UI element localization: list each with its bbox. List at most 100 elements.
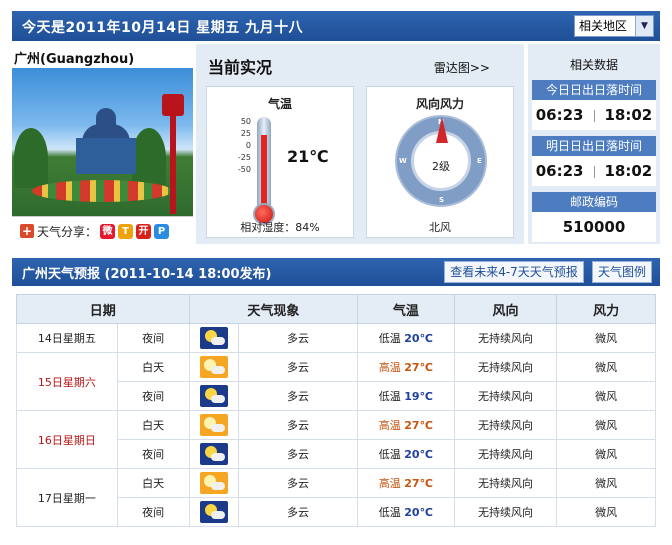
weibo-icon[interactable]: 微 [100,223,116,239]
flower-bed [32,180,172,202]
divider [593,109,595,122]
weather-cell: 多云 [237,439,359,469]
weather-icon-cell [188,323,239,353]
compass: N S E W 2级 [395,115,487,207]
wind-direction-cell: 无持续风向 [453,497,558,527]
lamp [162,94,184,116]
temp-cell: 低温 20℃ [357,439,455,469]
compass-south: S [439,196,445,204]
table-row: 17日星期一 白天 多云 高温 27℃ 无持续风向 微风 [16,468,656,527]
temp-value: 19℃ [404,390,433,403]
region-select[interactable]: 相关地区 ▼ [574,15,654,37]
period-cell: 夜间 [116,497,190,527]
period-cell: 白天 [116,468,190,498]
temp-cell: 低温 19℃ [357,381,455,411]
forecast-header: 广州天气预报 (2011-10-14 18:00发布) 查看未来4-7天天气预报… [12,258,660,286]
day-cell: 17日星期一 [16,468,118,527]
wind-direction: 北风 [429,221,451,234]
sun-cloud-icon [199,472,228,494]
wind-direction-cell: 无持续风向 [453,468,558,498]
tencent-icon[interactable]: T [118,223,134,239]
tree-shape [14,128,48,188]
temp-value: 20℃ [404,332,433,345]
thermometer-fill [261,134,267,209]
weather-cell: 多云 [237,323,359,353]
temp-label: 低温 [378,448,401,461]
today-sun-times: 06:23 18:02 [532,100,656,130]
city-photo [12,68,193,217]
temp-cell: 高温 27℃ [357,352,455,382]
postcode-head: 邮政编码 [532,192,656,212]
scale-tick-label: -50 [237,165,251,174]
weather-icon-cell [188,410,239,440]
divider [593,165,595,178]
region-select-label: 相关地区 [579,19,628,33]
wind-card: 风向风力 N S E W 2级 北风 [366,86,514,238]
tomorrow-sun-head: 明日日出日落时间 [532,136,656,156]
realtime-panel: 当前实况 雷达图>> 气温 50 25 0 -25 -50 21℃ 相对湿度：8… [196,44,524,244]
temp-value: 27℃ [404,419,433,432]
wind-force-cell: 微风 [556,352,656,382]
plus-icon[interactable]: + [20,224,34,238]
temp-cell: 高温 27℃ [357,468,455,498]
wind-direction-cell: 无持续风向 [453,410,558,440]
temperature-card: 气温 50 25 0 -25 -50 21℃ 相对湿度：84% [206,86,354,238]
table-row: 16日星期日 白天 多云 高温 27℃ 无持续风向 微风 [16,410,656,469]
kaixin-icon[interactable]: 开 [136,223,152,239]
weather-cell: 多云 [237,468,359,498]
temp-cell: 低温 20℃ [357,497,455,527]
compass-needle-icon [436,117,448,143]
chevron-down-icon[interactable]: ▼ [635,16,653,36]
weather-cell: 多云 [237,410,359,440]
share-label: 天气分享： [37,224,98,239]
pengyou-icon[interactable]: P [154,223,170,239]
column-header: 日期 [16,294,190,324]
postcode-value: 510000 [532,212,656,242]
column-header: 风力 [556,294,656,324]
city-panel: 广州(Guangzhou) + 天气分享： 微 T 开 P [12,44,193,244]
scale-tick-label: 25 [240,129,251,138]
temp-label: 高温 [378,361,401,374]
humidity: 相对湿度：84% [240,221,320,234]
temperature-card-title: 气温 [267,97,292,111]
temp-cell: 低温 20℃ [357,323,455,353]
lamp-pillar [170,104,176,214]
table-row: 14日星期五 夜间 多云 低温 20℃ 无持续风向 微风 [16,323,656,353]
temp-label: 高温 [378,419,401,432]
column-header: 天气现象 [188,294,359,324]
current-date: 今天是2011年10月14日 星期五 九月十八 [22,20,304,36]
period-cell: 白天 [116,352,190,382]
period-cell: 夜间 [116,323,190,353]
temp-value: 20℃ [404,506,433,519]
forecast-body: 14日星期五 夜间 多云 低温 20℃ 无持续风向 微风 15日星期六 白天 多云 高温 27℃ 无… [16,323,656,527]
weather-legend-button[interactable]: 天气图例 [592,261,652,283]
weather-cell: 多云 [237,381,359,411]
temp-value: 20℃ [404,448,433,461]
sun-cloud-icon [199,356,228,378]
weather-icon-cell [188,497,239,527]
wind-force-cell: 微风 [556,323,656,353]
sun-cloud-icon [199,414,228,436]
wind-force-cell: 微风 [556,497,656,527]
wind-direction-cell: 无持续风向 [453,439,558,469]
moon-cloud-icon [199,385,228,407]
weather-icon-cell [188,468,239,498]
realtime-title: 当前实况 [208,58,273,77]
more-forecast-button[interactable]: 查看未来4-7天天气预报 [444,261,584,283]
today-sunset: 18:02 [604,106,653,124]
weather-icon-cell [188,439,239,469]
forecast-table: 日期 天气现象 气温 风向 风力 14日星期五 夜间 多云 低温 20℃ 无持续风向 微风… [16,294,656,527]
temp-label: 低温 [378,506,401,519]
wind-level: 2级 [432,160,450,173]
column-header: 气温 [357,294,455,324]
temp-label: 低温 [378,332,401,345]
share-bar: + 天气分享： 微 T 开 P [20,222,170,240]
scale-tick-label: -25 [237,153,251,162]
weather-icon-cell [188,352,239,382]
period-cell: 夜间 [116,381,190,411]
radar-link[interactable]: 雷达图>> [434,59,490,76]
day-cell: 16日星期日 [16,410,118,469]
tomorrow-sunrise: 06:23 [535,162,584,180]
top-date-bar: 今天是2011年10月14日 星期五 九月十八 相关地区 ▼ [12,11,660,41]
table-row: 15日星期六 白天 多云 高温 27℃ 无持续风向 微风 [16,352,656,411]
